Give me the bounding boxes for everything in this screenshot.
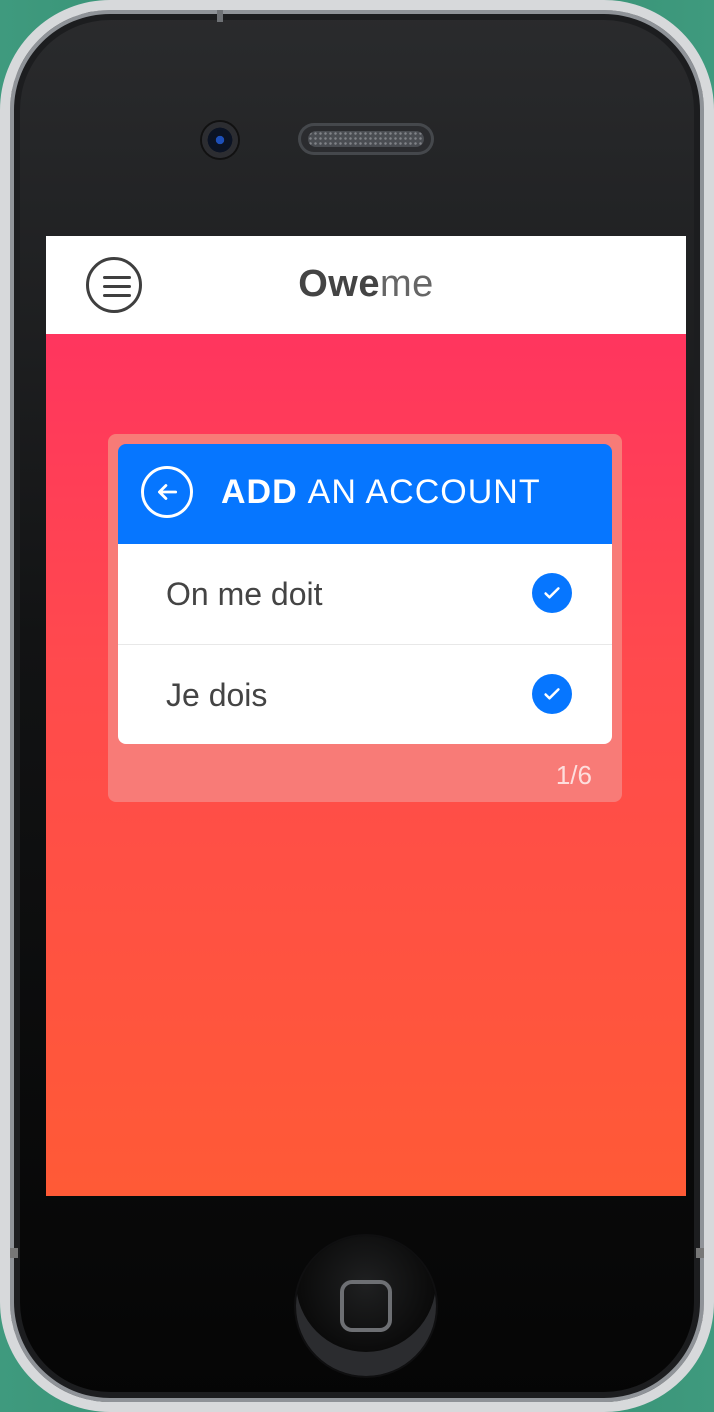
side-button-left xyxy=(10,1248,18,1258)
top-bar: Oweme xyxy=(46,236,686,334)
pager-indicator: 1/6 xyxy=(555,760,592,790)
arrow-left-icon xyxy=(158,484,178,500)
app-screen: Oweme ADD AN ACCOUNT On me doit Je dois … xyxy=(46,236,686,1196)
check-icon xyxy=(532,674,572,714)
power-button xyxy=(217,10,223,22)
side-button-right xyxy=(696,1248,704,1258)
app-title: Oweme xyxy=(46,264,686,304)
back-button[interactable] xyxy=(141,466,193,518)
home-button[interactable] xyxy=(296,1236,436,1376)
front-camera xyxy=(202,122,238,158)
check-icon xyxy=(532,573,572,613)
add-account-card: ADD AN ACCOUNT On me doit Je dois 1/6 xyxy=(108,434,622,802)
card-title: ADD AN ACCOUNT xyxy=(221,472,541,512)
card-header: ADD AN ACCOUNT xyxy=(118,444,612,544)
phone-frame: Oweme ADD AN ACCOUNT On me doit Je dois … xyxy=(0,0,714,1412)
app-title-bold: Owe xyxy=(298,263,380,305)
speaker-grille xyxy=(298,123,434,155)
option-on-me-doit[interactable]: On me doit xyxy=(118,544,612,644)
home-button-icon xyxy=(340,1280,392,1332)
app-title-light: me xyxy=(379,263,434,305)
account-options-list: On me doit Je dois xyxy=(118,544,612,744)
option-je-dois[interactable]: Je dois xyxy=(118,644,612,744)
option-label: On me doit xyxy=(166,576,323,612)
card-title-light: AN ACCOUNT xyxy=(307,473,541,511)
card-title-bold: ADD xyxy=(221,473,298,511)
option-label: Je dois xyxy=(166,677,268,713)
